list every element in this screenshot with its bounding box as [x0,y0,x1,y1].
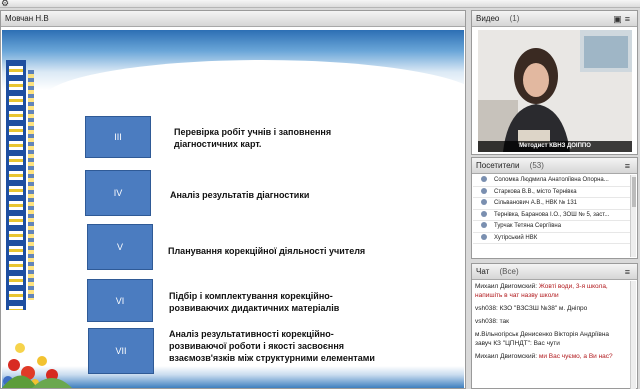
step-box-4: IV [85,170,151,216]
chat-scrollbar[interactable] [630,281,636,389]
step-text-4: Аналіз результатів діагностики [170,190,310,200]
list-item[interactable]: Хутірський НВК [473,233,631,244]
person-icon [481,187,487,194]
chat-messages: Михаил Двигомский: Жовті води, 3-я школа… [475,282,625,365]
step-text-3: Перевірка робіт учнів і заповнення діагн… [174,127,332,149]
video-count: (1) [509,14,520,23]
presentation-slide: III Перевірка робіт учнів і заповнення д… [2,30,464,388]
list-item[interactable]: Тернівка, Баранова І.О., ЗОШ № 5, заст..… [473,210,631,221]
attendees-count: (53) [529,161,544,170]
attendees-pod: Посетители (53) ≡ Соломка Людмила Анатол… [471,157,638,259]
chat-message: vsh038: КЗО "ВЗСЗШ №38" м. Дніпро [475,305,588,312]
embroidery-ornament [6,60,26,310]
settings-icon[interactable]: ⚙ [1,0,9,9]
person-icon [481,233,487,240]
list-item[interactable]: Сільванович А.В., НВК № 131 [473,198,631,210]
person-icon [481,222,487,229]
chat-pod-header: Чат (Все) ≡ [472,264,637,280]
chat-pod: Чат (Все) ≡ Михаил Двигомский: Жовті вод… [471,263,638,389]
person-icon [481,176,487,183]
share-pod: Мовчан Н.В III Перевірка робіт учнів і з… [0,10,466,389]
flowers-decoration [2,343,72,388]
chat-pod-title: Чат [476,267,490,276]
step-text-7: Аналіз результативності корекційно-розви… [169,329,375,363]
step-text-5: Планування корекційної діяльності учител… [168,246,366,256]
attendees-scrollbar[interactable] [630,175,636,257]
attendees-pod-header: Посетители (53) ≡ [472,158,637,174]
video-pod-title: Видео [476,14,500,23]
list-item[interactable]: Соломка Людмила Анатоліївна Опорна... [473,175,631,187]
pod-controls[interactable]: ▣≡ [613,11,633,27]
step-text-6: Підбір і комплектування корекційно-розви… [169,291,340,313]
chat-message: Михаил Двигомский: Жовті води, 3-я школа… [475,283,608,299]
video-caption: Методист КВНЗ ДОІППО [478,141,632,152]
list-item[interactable]: Старкова В.В., місто Тернівка [473,187,631,198]
step-box-7: VII [88,328,154,374]
menu-icon[interactable]: ≡ [625,264,633,280]
app-toolbar: ⚙ [0,0,640,8]
webcam-icon[interactable]: ▣ [613,14,625,24]
chat-message: vsh038: так [475,318,509,325]
person-icon [481,210,487,217]
attendees-pod-title: Посетители [476,161,520,170]
step-box-5: V [87,224,153,270]
share-pod-header: Мовчан Н.В [1,11,465,27]
person-icon [481,199,487,206]
chat-message: м.Вільногірськ Денисенко Вікторія Андрії… [475,331,610,347]
chat-filter[interactable]: (Все) [500,267,519,276]
step-box-3: III [85,116,151,158]
share-pod-title: Мовчан Н.В [5,14,49,23]
presenter-video-image [478,30,632,152]
step-box-6: VI [87,279,153,322]
list-item[interactable]: Турчак Тетяна Сергіївна [473,221,631,233]
menu-icon[interactable]: ≡ [625,158,633,174]
video-pod-header: Видео (1) ▣≡ [472,11,637,27]
chat-message: Михаил Двигомский: ми Вас чуємо, а Ви на… [475,353,613,360]
menu-icon[interactable]: ≡ [625,14,633,24]
video-pod: Видео (1) ▣≡ Методист КВНЗ ДОІППО [471,10,638,155]
attendee-list: Соломка Людмила Анатоліївна Опорна... Ст… [473,175,631,244]
webcam-feed[interactable]: Методист КВНЗ ДОІППО [478,30,632,152]
